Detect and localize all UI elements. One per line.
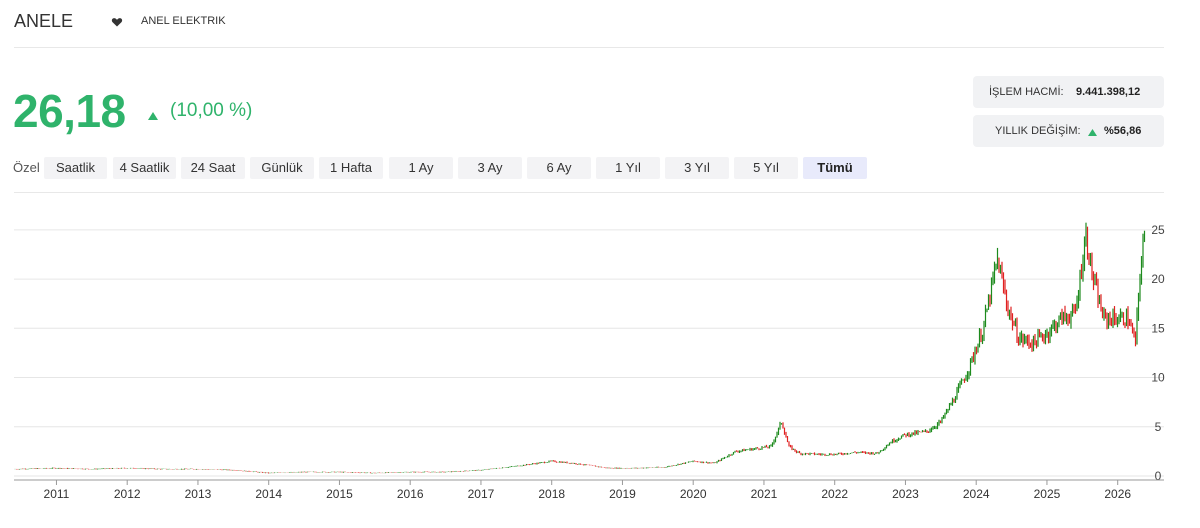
chart-candles — [14, 222, 1146, 474]
range-button-1-yil[interactable]: 1 Yıl — [596, 157, 660, 179]
x-tick-label: 2011 — [44, 487, 70, 501]
volume-value: 9.441.398,12 — [1076, 86, 1141, 98]
yearly-change-stat: YILLIK DEĞİŞİM: %56,86 — [973, 115, 1164, 147]
x-tick-label: 2023 — [892, 487, 919, 501]
chart-grid — [14, 229, 1164, 477]
range-button-1-hafta[interactable]: 1 Hafta — [319, 157, 383, 179]
y-tick-label: 20 — [1151, 272, 1165, 286]
x-tick-label: 2014 — [255, 487, 282, 501]
yearly-change-value: %56,86 — [1104, 125, 1142, 137]
x-tick-label: 2019 — [609, 487, 636, 501]
up-triangle-icon — [148, 107, 158, 120]
y-tick-label: 0 — [1155, 469, 1162, 483]
range-button-1-ay[interactable]: 1 Ay — [389, 157, 453, 179]
yearly-change-label: YILLIK DEĞİŞİM: — [995, 125, 1081, 137]
x-tick-label: 2022 — [821, 487, 848, 501]
x-axis: 2011 2012 2013 2014 2015 2016 2017 2018 2019 2020… — [44, 480, 1131, 501]
y-tick-label: 25 — [1151, 223, 1165, 237]
x-tick-label: 2017 — [468, 487, 495, 501]
x-tick-label: 2021 — [751, 487, 778, 501]
y-tick-label: 10 — [1151, 371, 1165, 385]
x-tick-label: 2025 — [1034, 487, 1061, 501]
company-name: ANEL ELEKTRIK — [141, 15, 226, 27]
range-button-3-ay[interactable]: 3 Ay — [458, 157, 522, 179]
x-tick-label: 2018 — [538, 487, 565, 501]
custom-range-label[interactable]: Özel — [13, 160, 40, 175]
x-tick-label: 2020 — [680, 487, 707, 501]
volume-label: İŞLEM HACMİ: — [989, 86, 1064, 98]
range-button-3-yil[interactable]: 3 Yıl — [665, 157, 729, 179]
x-tick-label: 2013 — [185, 487, 212, 501]
range-button-24-saat[interactable]: 24 Saat — [181, 157, 245, 179]
range-button-5-yil[interactable]: 5 Yıl — [734, 157, 798, 179]
volume-stat: İŞLEM HACMİ: 9.441.398,12 — [973, 76, 1164, 108]
price-chart[interactable]: 0510152025 2011 2012 2013 2014 2015 2016 2017 2… — [0, 193, 1200, 528]
y-axis: 0 5 10 15 20 25 — [1151, 223, 1165, 483]
price-change-percent: (10,00 %) — [170, 100, 253, 121]
y-tick-label: 15 — [1151, 321, 1165, 335]
range-button-4-saatlik[interactable]: 4 Saatlik — [113, 157, 176, 179]
symbol-header: ANELE ANEL ELEKTRIK — [14, 0, 1164, 48]
last-price: 26,18 — [13, 85, 126, 137]
up-triangle-icon — [1088, 127, 1097, 136]
ticker-symbol: ANELE — [14, 11, 74, 31]
x-tick-label: 2024 — [963, 487, 990, 501]
range-button-6-ay[interactable]: 6 Ay — [527, 157, 591, 179]
range-button-saatlik[interactable]: Saatlik — [44, 157, 107, 179]
range-button-tumu[interactable]: Tümü — [803, 157, 867, 179]
range-button-gunluk[interactable]: Günlük — [250, 157, 314, 179]
heart-icon[interactable] — [111, 15, 123, 27]
x-tick-label: 2016 — [397, 487, 424, 501]
x-tick-label: 2015 — [326, 487, 353, 501]
x-tick-label: 2012 — [114, 487, 141, 501]
x-tick-label: 2026 — [1104, 487, 1131, 501]
y-tick-label: 5 — [1155, 420, 1162, 434]
